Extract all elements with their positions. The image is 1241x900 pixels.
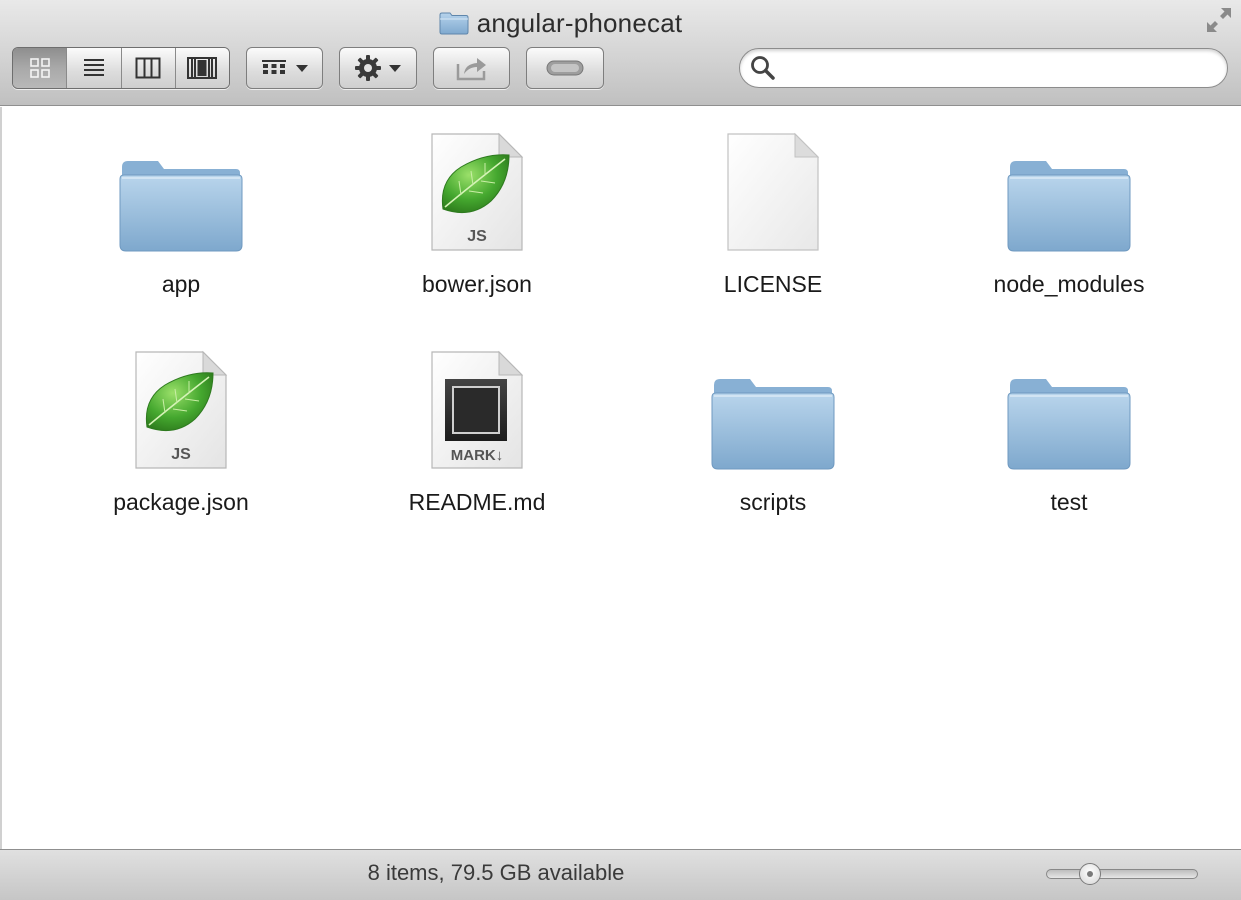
view-mode-switcher: [12, 47, 230, 89]
js-file-icon: JS: [431, 132, 524, 251]
icon-slot: JS: [111, 341, 251, 471]
folder-icon: [1007, 379, 1131, 470]
icon-slot: [111, 123, 251, 253]
window-title-group: angular-phonecat: [439, 8, 683, 39]
search-field[interactable]: [739, 48, 1228, 88]
window-title: angular-phonecat: [476, 7, 683, 38]
file-item-node-modules[interactable]: node_modules: [949, 123, 1189, 323]
file-item-app[interactable]: app: [61, 123, 301, 323]
coverflow-view-button[interactable]: [175, 48, 229, 88]
arrange-grid-icon: [261, 60, 286, 74]
action-button[interactable]: [339, 47, 417, 89]
icon-slot: JS: [407, 123, 547, 253]
arrange-button[interactable]: [246, 47, 323, 89]
share-icon: [456, 58, 486, 81]
fullscreen-button[interactable]: [1203, 4, 1235, 36]
icon-size-slider-knob[interactable]: [1078, 863, 1101, 885]
icon-slot: [999, 123, 1139, 253]
file-name-label: test: [1050, 489, 1088, 515]
column-view-button[interactable]: [121, 48, 176, 88]
title-bar: angular-phonecat: [0, 6, 1241, 40]
chevron-down-icon: [295, 65, 308, 72]
file-name-label: package.json: [113, 489, 249, 515]
toolbar: angular-phonecat: [0, 0, 1241, 106]
folder-icon: [119, 161, 243, 252]
share-button[interactable]: [433, 47, 510, 89]
file-item-scripts[interactable]: scripts: [653, 341, 893, 541]
icon-grid-icon: [29, 58, 50, 78]
file-item-package-json[interactable]: JS package.json: [61, 341, 301, 541]
file-icon-grid: app JS bower.json LICENSE node_modules J…: [0, 107, 1241, 849]
js-badge: JS: [171, 446, 191, 463]
icon-view-button[interactable]: [13, 48, 68, 88]
folder-icon: [1007, 161, 1131, 252]
icon-slot: [703, 341, 843, 471]
icon-slot: [999, 341, 1139, 471]
file-name-label: node_modules: [993, 271, 1145, 297]
status-bar: 8 items, 79.5 GB available: [0, 849, 1241, 900]
chevron-down-icon: [389, 65, 401, 72]
file-name-label: LICENSE: [723, 271, 823, 297]
fullscreen-arrows-icon: [1207, 8, 1231, 32]
file-item-test[interactable]: test: [949, 341, 1189, 541]
icon-slot: MARK↓: [407, 341, 547, 471]
search-input[interactable]: [784, 53, 1227, 83]
folder-icon: [711, 379, 835, 470]
toolbar-toggle-button[interactable]: [526, 47, 604, 89]
js-badge: JS: [467, 228, 487, 245]
search-icon: [751, 56, 775, 80]
status-text: 8 items, 79.5 GB available: [367, 860, 625, 885]
file-name-label: app: [161, 271, 201, 297]
file-item-readme-md[interactable]: MARK↓ README.md: [357, 341, 597, 541]
finder-window: angular-phonecat app JS bower.json LICEN…: [0, 0, 1241, 900]
icon-slot: [703, 123, 843, 253]
file-name-label: bower.json: [422, 271, 532, 297]
file-item-bower-json[interactable]: JS bower.json: [357, 123, 597, 323]
file-name-label: scripts: [739, 489, 807, 515]
folder-icon: [439, 12, 469, 35]
icon-size-slider-track[interactable]: [1046, 869, 1198, 879]
file-name-label: README.md: [408, 489, 546, 515]
gear-icon: [355, 55, 381, 81]
blank-document-icon: [727, 132, 820, 251]
markdown-file-icon: MARK↓: [431, 350, 524, 469]
markdown-badge: MARK↓: [451, 447, 504, 464]
columns-icon: [135, 57, 161, 79]
pill-toggle-icon: [546, 60, 584, 76]
file-item-license[interactable]: LICENSE: [653, 123, 893, 323]
coverflow-icon: [187, 57, 218, 79]
list-view-button[interactable]: [67, 48, 122, 88]
list-lines-icon: [83, 59, 104, 76]
js-file-icon: JS: [135, 350, 228, 469]
